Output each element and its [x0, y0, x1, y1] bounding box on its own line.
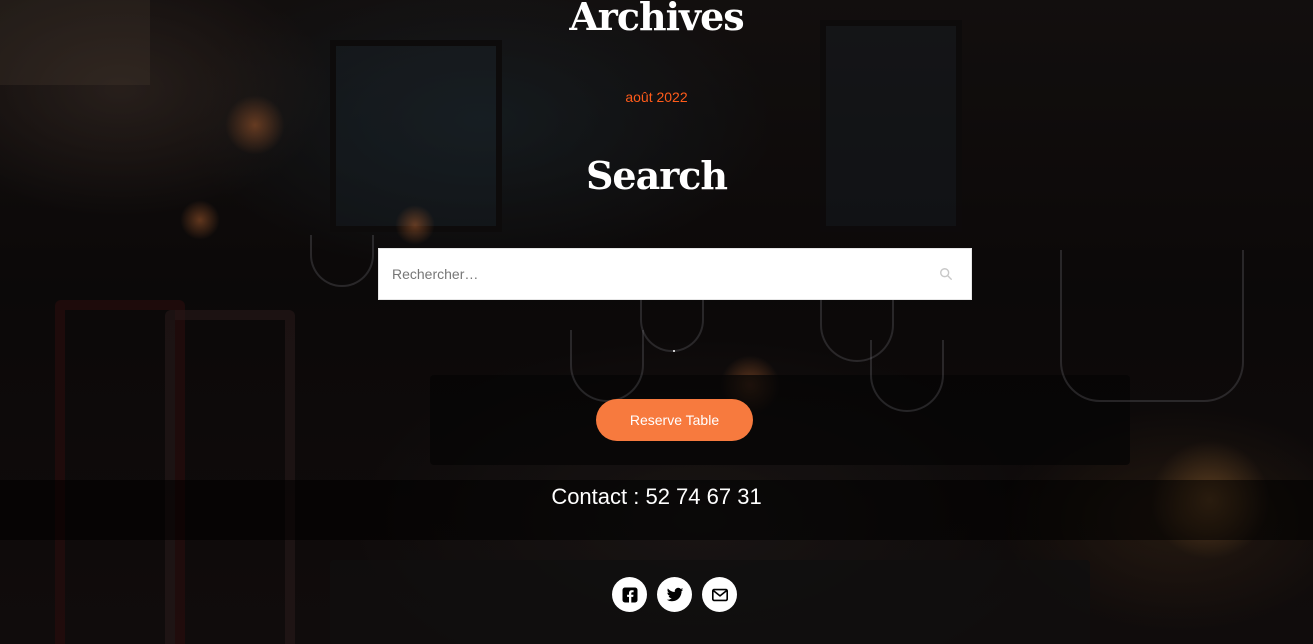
search-icon[interactable]: [939, 267, 953, 281]
search-heading: Search: [585, 153, 728, 198]
archive-link-august-2022[interactable]: août 2022: [625, 89, 687, 105]
facebook-icon: [622, 587, 637, 602]
search-form: [378, 248, 972, 300]
archives-heading: Archives: [569, 0, 744, 39]
social-links: [612, 577, 737, 612]
reserve-table-button[interactable]: Reserve Table: [596, 399, 753, 441]
contact-phone: Contact : 52 74 67 31: [551, 484, 762, 509]
email-link[interactable]: [702, 577, 737, 612]
divider-dot: [673, 350, 675, 352]
twitter-link[interactable]: [657, 577, 692, 612]
twitter-icon: [666, 587, 683, 601]
facebook-link[interactable]: [612, 577, 647, 612]
email-icon: [711, 588, 728, 601]
search-input[interactable]: [379, 249, 971, 299]
